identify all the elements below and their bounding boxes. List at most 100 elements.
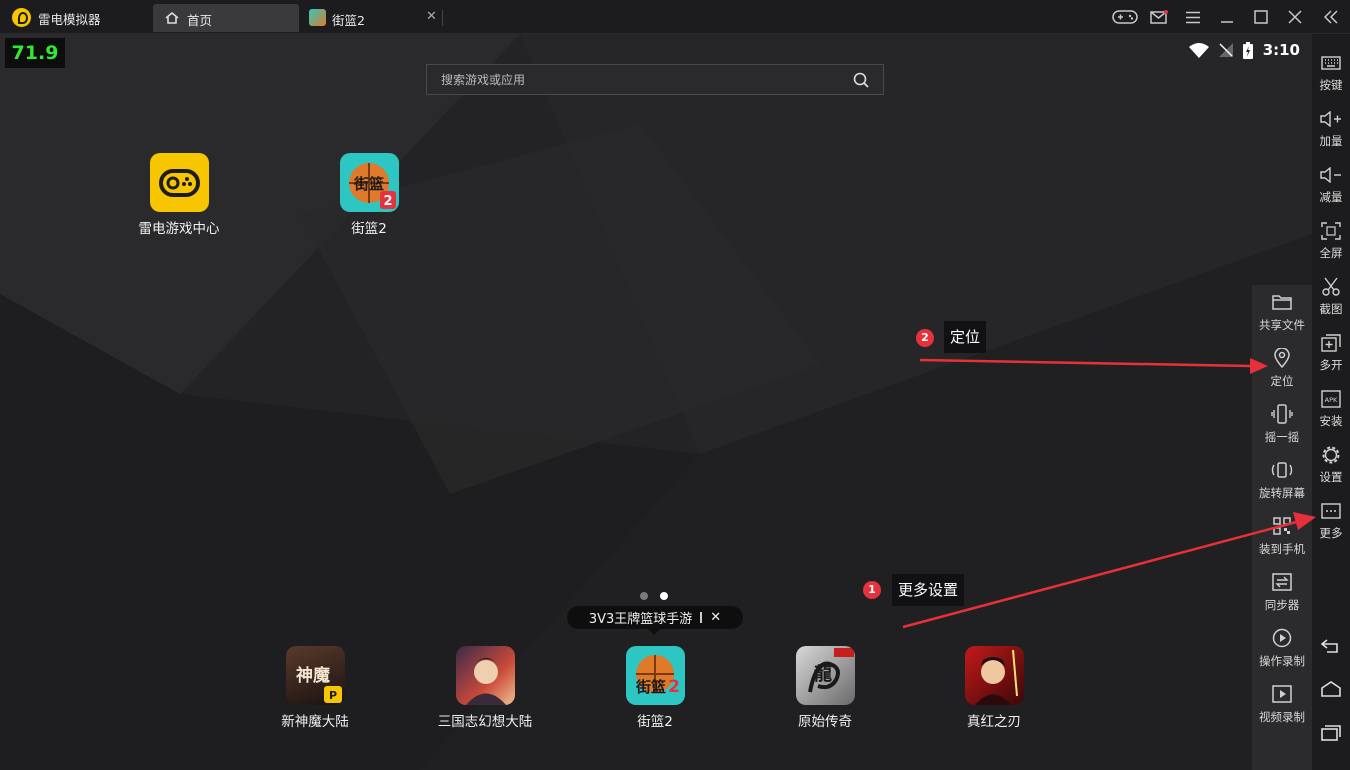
status-bar: 3:10 — [1188, 40, 1300, 60]
tab-game-label: 街篮2 — [332, 13, 365, 28]
app-name: 三国志幻想大陆 — [437, 714, 533, 730]
nav-home[interactable] — [1312, 674, 1350, 704]
sidebar-item-label: 全屏 — [1319, 246, 1343, 260]
sidebar-item-screenshot[interactable]: 截图 — [1312, 272, 1350, 324]
annotation-label: 定位 — [944, 321, 987, 353]
svg-text:2: 2 — [668, 677, 680, 697]
tooltip-divider — [700, 612, 703, 623]
app-logo-icon — [12, 8, 31, 27]
location-pin-icon — [1274, 348, 1290, 368]
popup-item-label: 共享文件 — [1259, 318, 1305, 332]
app-street-basketball[interactable]: 街篮 2 街篮2 — [309, 153, 429, 237]
maximize-icon[interactable] — [1244, 0, 1278, 34]
popup-item-label: 装到手机 — [1259, 542, 1305, 556]
sidebar-item-multi-instance[interactable]: 多开 — [1312, 328, 1350, 380]
nav-recent-apps[interactable] — [1312, 718, 1350, 748]
sidebar-item-fullscreen[interactable]: 全屏 — [1312, 216, 1350, 268]
fullscreen-icon — [1321, 222, 1341, 240]
sidebar-item-label: 安装 — [1319, 414, 1343, 428]
back-icon — [1321, 639, 1338, 653]
window-controls — [1108, 0, 1350, 34]
volume-down-icon — [1320, 167, 1341, 183]
popup-item-label: 摇一摇 — [1264, 430, 1300, 444]
tab-close-icon[interactable]: ✕ — [426, 9, 437, 24]
popup-item-synchronizer[interactable]: 同步器 — [1252, 565, 1312, 619]
sidebar-item-more[interactable]: 更多 — [1312, 496, 1350, 548]
sidebar-item-label: 截图 — [1319, 302, 1343, 316]
clock: 3:10 — [1262, 41, 1300, 59]
menu-icon[interactable] — [1176, 0, 1210, 34]
collapse-icon[interactable] — [1312, 0, 1350, 34]
dock-app[interactable]: 龍 原始传奇 — [765, 646, 885, 730]
folder-icon — [1272, 295, 1292, 310]
app-title: 雷电模拟器 — [38, 12, 101, 27]
popup-item-shake[interactable]: 摇一摇 — [1252, 397, 1312, 451]
popup-item-video-record[interactable]: 视频录制 — [1252, 677, 1312, 731]
gear-icon — [1322, 446, 1340, 464]
page-dot[interactable] — [640, 592, 648, 600]
sidebar-item-settings[interactable]: 设置 — [1312, 440, 1350, 492]
popup-item-rotate[interactable]: 旋转屏幕 — [1252, 453, 1312, 507]
dock-app[interactable]: 街篮 2 街篮2 — [595, 646, 715, 730]
volume-up-icon — [1320, 111, 1341, 127]
popup-item-label: 定位 — [1270, 374, 1294, 388]
popup-item-label: 操作录制 — [1259, 654, 1305, 668]
page-dot-active[interactable] — [660, 592, 668, 600]
dock-app[interactable]: 真红之刃 — [934, 646, 1054, 730]
more-menu-panel: 共享文件 定位 摇一摇 旋转屏幕 装到手机 同步器 操作录制 视频录制 — [1252, 285, 1312, 770]
popup-item-operation-record[interactable]: 操作录制 — [1252, 621, 1312, 675]
game-center-icon — [149, 153, 209, 212]
popup-item-install-to-phone[interactable]: 装到手机 — [1252, 509, 1312, 563]
svg-text:街篮: 街篮 — [634, 678, 665, 696]
sidebar-item-keymap[interactable]: 按键 — [1312, 48, 1350, 100]
qr-code-icon — [1273, 517, 1291, 535]
app-name: 雷电游戏中心 — [138, 221, 220, 237]
sidebar-item-volume-down[interactable]: 减量 — [1312, 160, 1350, 212]
crimson-blade-icon — [964, 646, 1024, 705]
svg-text:街篮: 街篮 — [352, 175, 383, 193]
popup-item-label: 同步器 — [1264, 598, 1300, 612]
sidebar-item-label: 加量 — [1319, 134, 1343, 148]
battery-charging-icon — [1242, 41, 1253, 59]
search-icon[interactable] — [853, 72, 869, 88]
sidebar-item-install-apk[interactable]: APK 安装 — [1312, 384, 1350, 436]
wifi-icon — [1188, 43, 1209, 58]
primitive-legend-icon: 龍 — [795, 646, 855, 705]
tab-home[interactable]: 首页 — [153, 4, 299, 32]
close-icon[interactable] — [1278, 0, 1312, 34]
tooltip-close-icon[interactable]: ✕ — [710, 610, 721, 625]
shake-icon — [1271, 404, 1293, 424]
popup-item-label: 旋转屏幕 — [1259, 486, 1305, 500]
sidebar-item-label: 按键 — [1319, 78, 1343, 92]
gamepad-icon[interactable] — [1108, 0, 1142, 34]
dock-app[interactable]: 三国志幻想大陆 — [425, 646, 545, 730]
popup-item-shared-files[interactable]: 共享文件 — [1252, 285, 1312, 339]
minimize-icon[interactable] — [1210, 0, 1244, 34]
tab-street-basketball[interactable]: 街篮2 ✕ — [302, 4, 442, 32]
dock-app[interactable]: 神魔 P 新神魔大陆 — [255, 646, 375, 730]
popup-item-label: 视频录制 — [1259, 710, 1305, 724]
sidebar-item-label: 设置 — [1319, 470, 1343, 484]
popup-item-location[interactable]: 定位 — [1252, 341, 1312, 395]
search-input[interactable] — [427, 65, 847, 94]
no-signal-icon — [1218, 43, 1233, 57]
app-game-center[interactable]: 雷电游戏中心 — [119, 153, 239, 237]
search-bar[interactable] — [426, 64, 884, 95]
keyboard-icon — [1321, 56, 1341, 70]
annotation-number: 1 — [863, 581, 881, 599]
play-circle-icon — [1272, 628, 1292, 648]
street-basketball-icon: 街篮 2 — [339, 153, 399, 212]
nav-back[interactable] — [1312, 631, 1350, 661]
game-tooltip: 3V3王牌篮球手游 ✕ — [567, 606, 743, 635]
page-indicator — [640, 592, 668, 600]
scissors-icon — [1322, 277, 1340, 296]
sidebar-item-label: 减量 — [1319, 190, 1343, 204]
sidebar-item-volume-up[interactable]: 加量 — [1312, 104, 1350, 156]
annotation-label: 更多设置 — [892, 574, 965, 606]
app-name: 真红之刃 — [967, 714, 1021, 730]
app-name: 原始传奇 — [798, 714, 852, 730]
app-name: 街篮2 — [351, 221, 387, 237]
mail-icon[interactable] — [1142, 0, 1176, 34]
sanguo-fantasy-icon — [455, 646, 515, 705]
tab-home-label: 首页 — [187, 13, 213, 28]
